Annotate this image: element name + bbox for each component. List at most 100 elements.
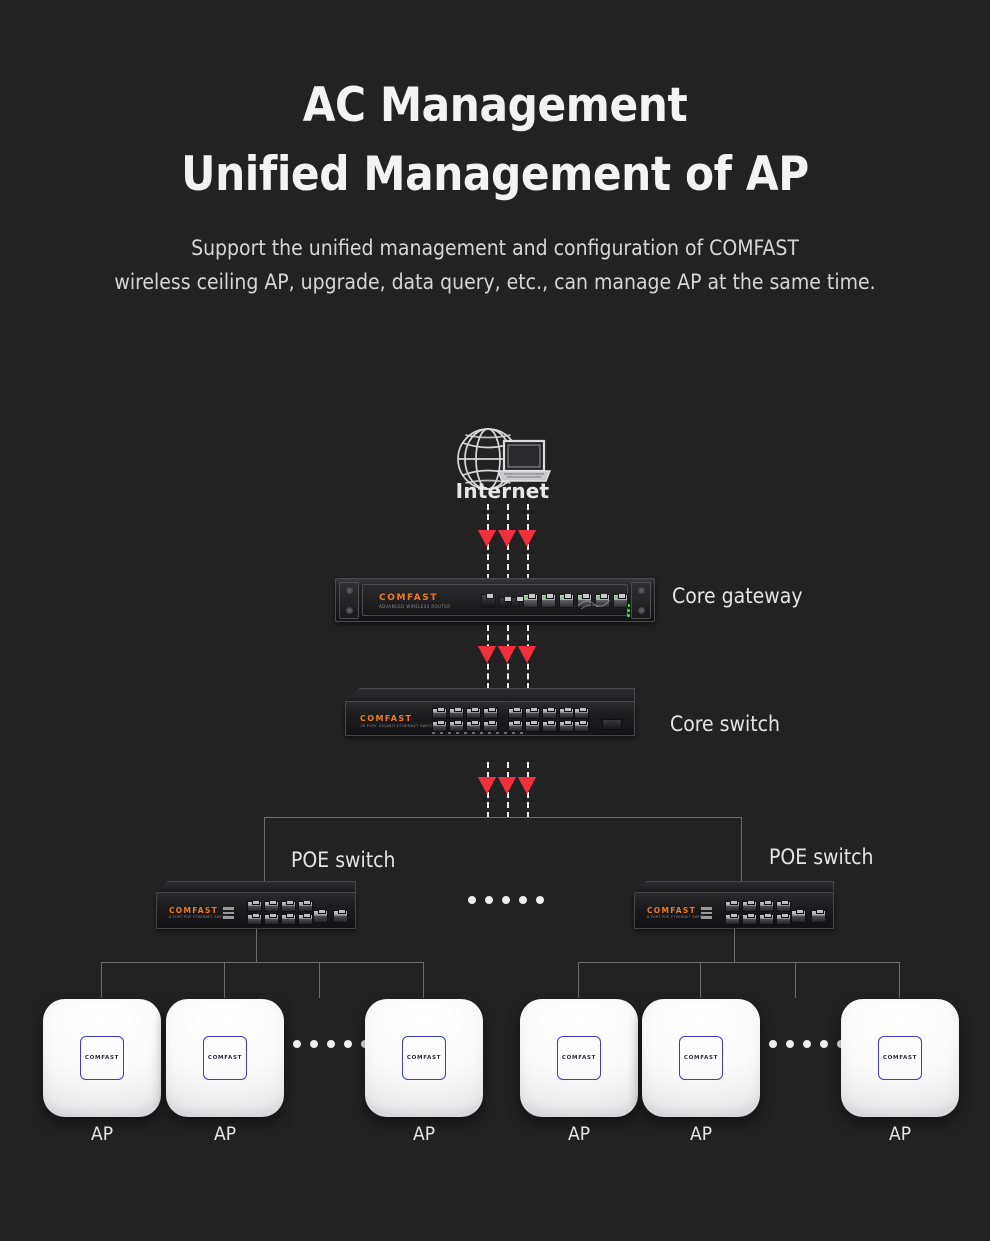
core-switch-port xyxy=(508,708,523,719)
gateway-decor-mark xyxy=(577,599,611,610)
core-switch-port xyxy=(466,721,481,732)
core-switch-port xyxy=(432,721,447,732)
ap-tree-right-drop-4 xyxy=(899,962,900,998)
core-switch-uplink-port xyxy=(574,708,589,719)
poe-switch-port xyxy=(247,914,262,925)
core-switch-top-panel xyxy=(345,688,635,702)
poe-switch-port xyxy=(742,901,757,912)
ap-tree-left-drop-3 xyxy=(319,962,320,998)
rack-ear-right xyxy=(631,582,651,619)
poe-switch-front-panel: COMFAST 8 PORT POE ETHERNET SWITCH xyxy=(156,892,356,929)
poe-switch-port xyxy=(247,901,262,912)
core-switch-device[interactable]: COMFAST 16 PORT GIGABIT ETHERNET SWITCH xyxy=(345,688,635,736)
flow-core-switch-to-poe xyxy=(478,762,536,818)
core-switch-port-bank-1 xyxy=(432,708,498,732)
core-switch-port xyxy=(542,721,557,732)
access-point-label-6: AP xyxy=(889,1123,911,1145)
poe-switch-model-label: 8 PORT POE ETHERNET SWITCH xyxy=(169,915,230,919)
poe-switch-port xyxy=(281,901,296,912)
core-switch-port xyxy=(559,721,574,732)
access-point-3[interactable]: COMFAST xyxy=(365,999,483,1117)
access-point-label-1: AP xyxy=(91,1123,113,1145)
core-switch-port xyxy=(559,708,574,719)
poe-switch-device-left[interactable]: COMFAST 8 PORT POE ETHERNET SWITCH xyxy=(156,881,356,929)
access-point-label-4: AP xyxy=(568,1123,590,1145)
core-switch-port xyxy=(525,721,540,732)
access-point-1[interactable]: COMFAST xyxy=(43,999,161,1117)
poe-switch-port xyxy=(264,901,279,912)
access-point-5[interactable]: COMFAST xyxy=(642,999,760,1117)
poe-switch-ellipsis xyxy=(468,896,544,904)
gateway-lan-port xyxy=(541,594,556,608)
ap-tree-left-stem xyxy=(256,929,257,962)
page-title-line-1: AC Management xyxy=(302,78,688,133)
poe-switch-port xyxy=(725,914,740,925)
rack-ear-left xyxy=(339,582,359,619)
poe-switch-port xyxy=(298,901,313,912)
poe-switch-status-leds xyxy=(223,907,234,919)
poe-switch-uplink-port xyxy=(791,910,806,923)
ap-tree-left-drop-4 xyxy=(423,962,424,998)
gateway-model-label: ADVANCED WIRELESS ROUTER xyxy=(379,604,451,609)
page-subtitle-line-2: wireless ceiling AP, upgrade, data query… xyxy=(114,270,876,294)
core-switch-front-panel: COMFAST 16 PORT GIGABIT ETHERNET SWITCH xyxy=(345,701,635,736)
laptop-icon xyxy=(496,439,552,482)
core-switch-brand-label: COMFAST xyxy=(360,714,413,723)
access-point-label-3: AP xyxy=(413,1123,435,1145)
poe-switch-port xyxy=(776,901,791,912)
core-switch-model-label: 16 PORT GIGABIT ETHERNET SWITCH xyxy=(360,724,436,728)
core-gateway-device[interactable]: COMFAST ADVANCED WIRELESS ROUTER xyxy=(335,578,655,622)
page-title-line-2: Unified Management of AP xyxy=(181,147,809,202)
poe-switch-front-panel: COMFAST 8 PORT POE ETHERNET SWITCH xyxy=(634,892,834,929)
ap-brand-label: COMFAST xyxy=(882,1055,918,1061)
core-switch-port xyxy=(508,721,523,732)
topology-diagram: AC Management Unified Management of AP S… xyxy=(0,0,990,1241)
gateway-console-port xyxy=(481,594,496,608)
poe-switch-label-right: POE switch xyxy=(769,845,874,869)
gateway-wan-port xyxy=(613,594,628,608)
poe-switch-port xyxy=(759,901,774,912)
gateway-usb-port xyxy=(499,597,512,608)
core-switch-port-bank-2 xyxy=(508,708,574,732)
core-switch-port xyxy=(483,721,498,732)
ap-brand-label: COMFAST xyxy=(683,1055,719,1061)
gateway-usb-port xyxy=(511,597,524,608)
core-switch-port xyxy=(432,708,447,719)
core-switch-port xyxy=(542,708,557,719)
poe-switch-port xyxy=(264,914,279,925)
core-switch-label: Core switch xyxy=(670,712,780,736)
ap-logo-frame: COMFAST xyxy=(878,1036,922,1080)
core-switch-uplink-ports xyxy=(574,708,589,732)
poe-switch-uplink-ports xyxy=(313,910,348,923)
poe-switch-model-label: 8 PORT POE ETHERNET SWITCH xyxy=(647,915,708,919)
core-switch-uplink-port xyxy=(574,721,589,732)
internet-label: Internet xyxy=(455,479,550,503)
core-switch-port xyxy=(466,708,481,719)
ap-logo-frame: COMFAST xyxy=(402,1036,446,1080)
ap-logo-frame: COMFAST xyxy=(203,1036,247,1080)
ap-brand-label: COMFAST xyxy=(207,1055,243,1061)
ap-brand-label: COMFAST xyxy=(84,1055,120,1061)
gateway-brand-label: COMFAST xyxy=(379,593,439,603)
core-switch-port xyxy=(449,708,464,719)
access-point-6[interactable]: COMFAST xyxy=(841,999,959,1117)
poe-switch-port xyxy=(298,914,313,925)
flow-internet-to-gateway xyxy=(478,504,536,580)
access-point-2[interactable]: COMFAST xyxy=(166,999,284,1117)
access-point-label-5: AP xyxy=(690,1123,712,1145)
core-switch-port xyxy=(483,708,498,719)
poe-switch-port-bank xyxy=(247,901,313,925)
poe-switch-port xyxy=(776,914,791,925)
poe-switch-label-left: POE switch xyxy=(291,848,396,872)
access-point-4[interactable]: COMFAST xyxy=(520,999,638,1117)
poe-switch-brand-label: COMFAST xyxy=(647,906,697,915)
poe-bus-drop-left xyxy=(264,817,265,889)
ap-brand-label: COMFAST xyxy=(406,1055,442,1061)
core-switch-sfp-slot xyxy=(602,719,622,730)
poe-switch-port-bank xyxy=(725,901,791,925)
access-point-label-2: AP xyxy=(214,1123,236,1145)
core-switch-port-leds xyxy=(432,732,523,734)
ap-tree-right-drop-3 xyxy=(795,962,796,998)
poe-switch-device-right[interactable]: COMFAST 8 PORT POE ETHERNET SWITCH xyxy=(634,881,834,929)
poe-bus-drop-right xyxy=(741,817,742,889)
